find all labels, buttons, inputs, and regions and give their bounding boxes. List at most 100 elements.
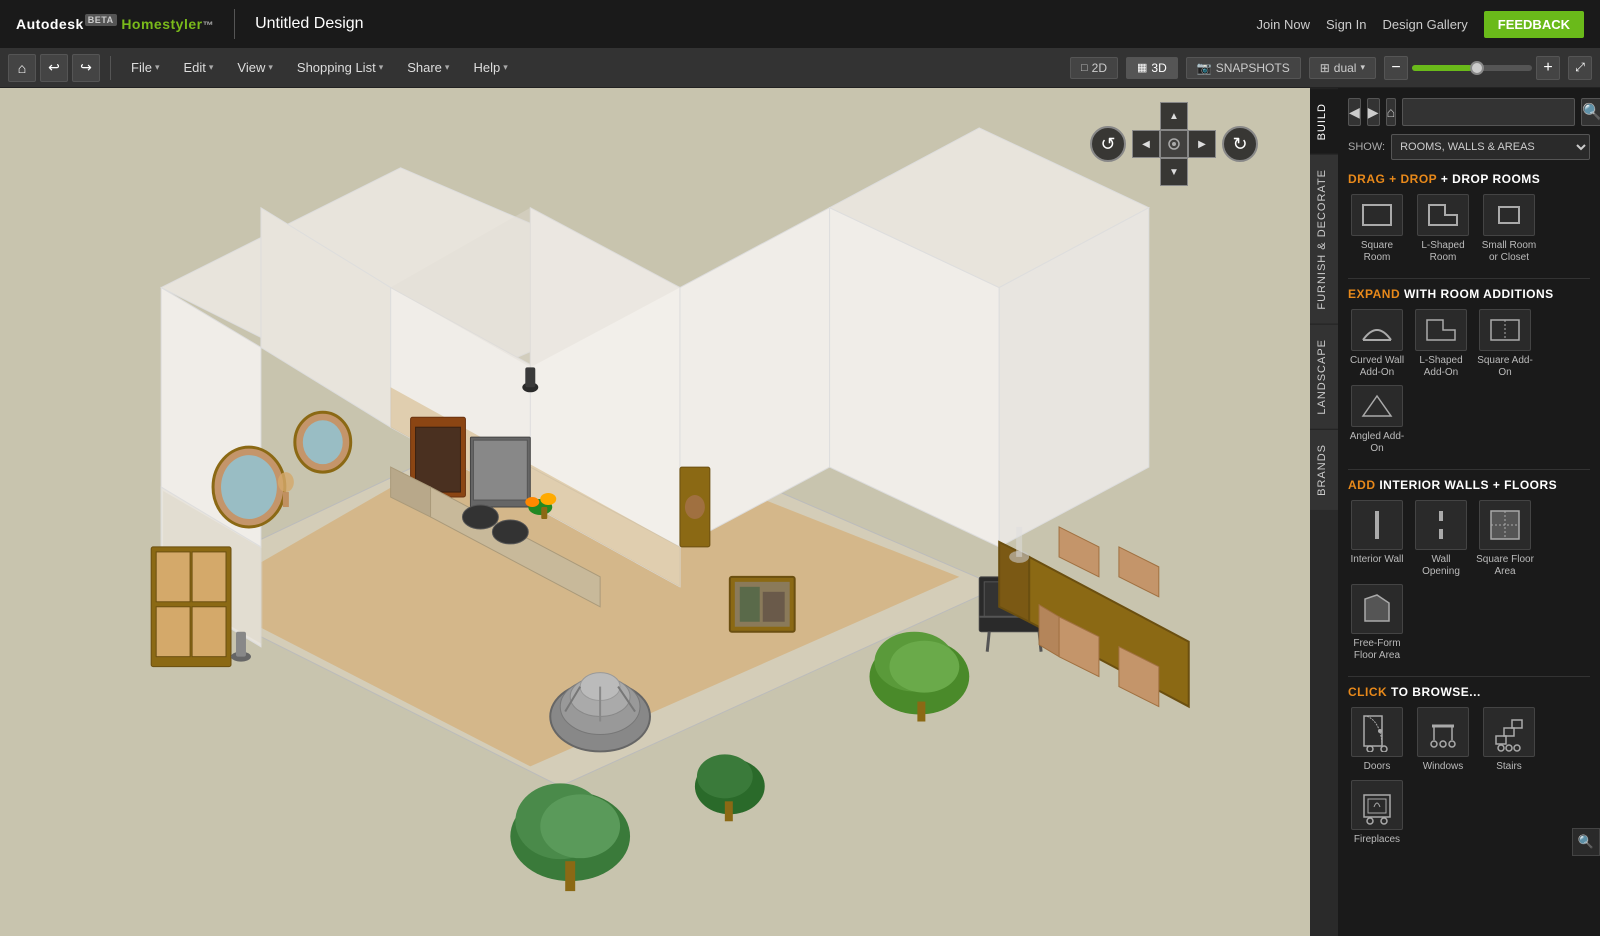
pan-left-button[interactable]: ◀ — [1132, 130, 1160, 158]
tab-build[interactable]: BUILD — [1310, 88, 1338, 154]
tab-landscape[interactable]: LANDSCAPE — [1310, 324, 1338, 429]
square-add-icon — [1479, 309, 1531, 351]
main-area: ↺ ▲ ◀ ▶ — [0, 88, 1600, 936]
redo-button[interactable]: ↪ — [72, 54, 100, 82]
view-menu[interactable]: View▾ — [227, 56, 282, 79]
design-title: Untitled Design — [255, 15, 364, 33]
additions-grid: Curved Wall Add-On L-Shaped Add-On Squar… — [1348, 309, 1590, 455]
pan-center-button[interactable] — [1160, 130, 1188, 158]
rotate-left-button[interactable]: ↺ — [1090, 126, 1126, 162]
canvas-area[interactable]: ↺ ▲ ◀ ▶ — [0, 88, 1310, 936]
snapshots-button[interactable]: 📷 SNAPSHOTS — [1186, 57, 1301, 79]
3d-icon: ▦ — [1137, 61, 1147, 74]
design-gallery-link[interactable]: Design Gallery — [1383, 17, 1468, 32]
home-icon-button[interactable]: ⌂ — [8, 54, 36, 82]
section-divider-3 — [1348, 676, 1590, 677]
share-menu[interactable]: Share▾ — [397, 56, 459, 79]
square-floor-item[interactable]: Square Floor Area — [1476, 500, 1534, 578]
undo-button[interactable]: ↩ — [40, 54, 68, 82]
interior-wall-item[interactable]: Interior Wall — [1348, 500, 1406, 578]
join-now-link[interactable]: Join Now — [1257, 17, 1310, 32]
edit-menu[interactable]: Edit▾ — [173, 56, 223, 79]
shopping-list-menu[interactable]: Shopping List▾ — [287, 56, 393, 79]
square-room-icon — [1351, 194, 1403, 236]
walls-grid: Interior Wall Wall Opening Square Floor … — [1348, 500, 1590, 662]
panel-navigation: ◀ ▶ ⌂ 🔍 — [1348, 98, 1590, 126]
3d-view-button[interactable]: ▦ 3D — [1126, 57, 1178, 79]
curved-wall-icon — [1351, 309, 1403, 351]
square-floor-icon — [1479, 500, 1531, 550]
3d-scene — [0, 88, 1310, 936]
navigation-widget: ↺ ▲ ◀ ▶ — [1090, 102, 1258, 186]
zoom-bar: − + — [1384, 56, 1560, 80]
pan-up-button[interactable]: ▲ — [1160, 102, 1188, 130]
panel-forward-button[interactable]: ▶ — [1367, 98, 1380, 126]
zoom-in-button[interactable]: + — [1536, 56, 1560, 80]
top-right-links: Join Now Sign In Design Gallery FEEDBACK — [1257, 11, 1584, 38]
zoom-fill — [1412, 65, 1472, 71]
title-divider — [234, 9, 235, 39]
doors-icon — [1351, 707, 1403, 757]
tab-furnish[interactable]: FURNISH & DECORATE — [1310, 154, 1338, 324]
l-shaped-room-icon — [1417, 194, 1469, 236]
l-shaped-room-item[interactable]: L-Shaped Room — [1414, 194, 1472, 264]
fullscreen-button[interactable]: ⤢ — [1568, 56, 1592, 80]
sign-in-link[interactable]: Sign In — [1326, 17, 1366, 32]
zoom-slider[interactable] — [1412, 65, 1532, 71]
rotate-right-button[interactable]: ↻ — [1222, 126, 1258, 162]
stairs-icon — [1483, 707, 1535, 757]
panel-content: ◀ ▶ ⌂ 🔍 SHOW: ROOMS, WALLS & AREAS DRAG … — [1338, 88, 1600, 936]
help-menu[interactable]: Help▾ — [463, 56, 517, 79]
show-dropdown[interactable]: ROOMS, WALLS & AREAS — [1391, 134, 1590, 160]
freeform-floor-item[interactable]: Free-Form Floor Area — [1348, 584, 1406, 662]
fireplaces-icon — [1351, 780, 1403, 830]
angled-add-item[interactable]: Angled Add-On — [1348, 385, 1406, 455]
floor-plan-svg — [0, 88, 1310, 936]
beta-badge: BETA — [85, 14, 117, 26]
stairs-item[interactable]: Stairs — [1480, 707, 1538, 772]
panel-search-input[interactable] — [1402, 98, 1575, 126]
fireplaces-item[interactable]: Fireplaces — [1348, 780, 1406, 845]
show-label: SHOW: — [1348, 141, 1385, 153]
expand-header: EXPAND WITH ROOM ADDITIONS — [1348, 287, 1590, 301]
curved-wall-item[interactable]: Curved Wall Add-On — [1348, 309, 1406, 379]
top-bar: AutodeskBETA Homestyler™ Untitled Design… — [0, 0, 1600, 48]
drag-rooms-header: DRAG + DROP + DROP ROOMS — [1348, 172, 1590, 186]
browse-header: CLICK TO BROWSE... — [1348, 685, 1590, 699]
square-add-item[interactable]: Square Add-On — [1476, 309, 1534, 379]
tab-brands[interactable]: BRANDS — [1310, 429, 1338, 510]
freeform-floor-icon — [1351, 584, 1403, 634]
pan-down-button[interactable]: ▼ — [1160, 158, 1188, 186]
section-divider-2 — [1348, 469, 1590, 470]
doors-item[interactable]: Doors — [1348, 707, 1406, 772]
wall-opening-item[interactable]: Wall Opening — [1412, 500, 1470, 578]
rooms-grid: Square Room L-Shaped Room Small Room or … — [1348, 194, 1590, 264]
small-room-item[interactable]: Small Room or Closet — [1480, 194, 1538, 264]
angled-add-icon — [1351, 385, 1403, 427]
windows-icon — [1417, 707, 1469, 757]
menu-bar: ⌂ ↩ ↪ File▾ Edit▾ View▾ Shopping List▾ S… — [0, 48, 1600, 88]
logo-text: AutodeskBETA Homestyler™ — [16, 15, 214, 33]
section-divider-1 — [1348, 278, 1590, 279]
zoom-thumb[interactable] — [1470, 61, 1484, 75]
windows-item[interactable]: Windows — [1414, 707, 1472, 772]
panel-back-button[interactable]: ◀ — [1348, 98, 1361, 126]
feedback-button[interactable]: FEEDBACK — [1484, 11, 1584, 38]
file-menu[interactable]: File▾ — [121, 56, 169, 79]
square-room-item[interactable]: Square Room — [1348, 194, 1406, 264]
vertical-tabs: BUILD FURNISH & DECORATE LANDSCAPE BRAND… — [1310, 88, 1338, 936]
wall-opening-icon — [1415, 500, 1467, 550]
panel-search-button[interactable]: 🔍 — [1581, 98, 1600, 126]
l-shaped-add-item[interactable]: L-Shaped Add-On — [1412, 309, 1470, 379]
show-row: SHOW: ROOMS, WALLS & AREAS — [1348, 134, 1590, 160]
pan-right-button[interactable]: ▶ — [1188, 130, 1216, 158]
panel-home-button[interactable]: ⌂ — [1386, 98, 1396, 126]
view-controls: □ 2D ▦ 3D 📷 SNAPSHOTS ⊞ dual ▾ − + ⤢ — [1070, 56, 1592, 80]
panel-search-icon[interactable]: 🔍 — [1572, 828, 1600, 856]
logo-area: AutodeskBETA Homestyler™ — [16, 15, 214, 33]
zoom-out-button[interactable]: − — [1384, 56, 1408, 80]
camera-icon: 📷 — [1197, 61, 1212, 75]
2d-view-button[interactable]: □ 2D — [1070, 57, 1118, 79]
menu-separator — [110, 56, 111, 80]
dual-button[interactable]: ⊞ dual ▾ — [1309, 57, 1376, 79]
